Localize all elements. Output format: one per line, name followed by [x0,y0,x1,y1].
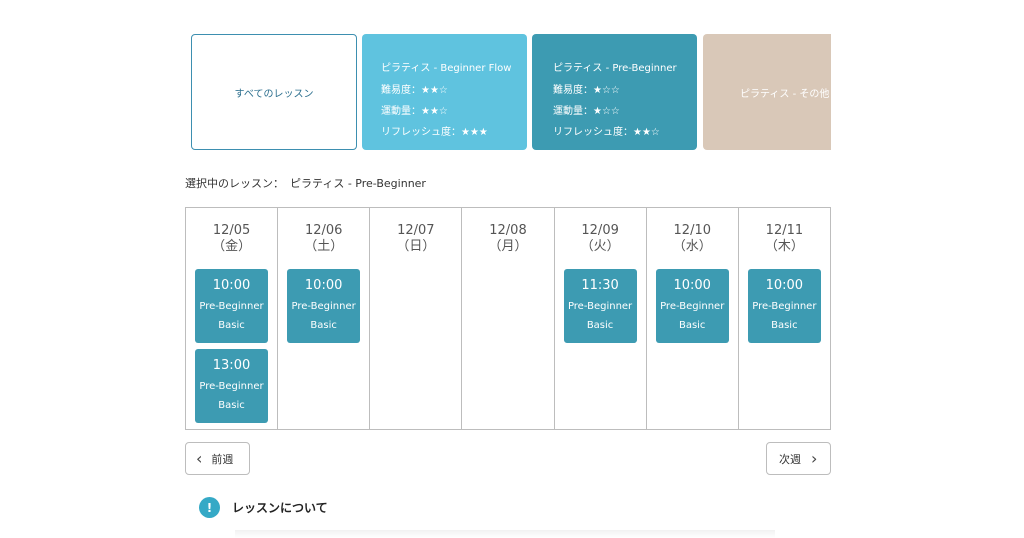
lesson-slot[interactable]: 10:00 Pre-Beginner Basic [655,269,729,343]
chevron-right-icon: › [811,449,818,468]
day-column: 12/06 （土） 10:00 Pre-Beginner Basic [278,208,371,429]
chevron-left-icon: ‹ [196,449,203,468]
slot-name-line1: Pre-Beginner [660,301,725,312]
day-header: 12/09 （火） [555,223,646,255]
next-week-button[interactable]: 次週 › [766,442,831,475]
slot-name: Pre-Beginner Basic [656,297,729,335]
day-column: 12/05 （金） 10:00 Pre-Beginner Basic 13:00 P… [186,208,279,429]
day-header: 12/07 （日） [370,223,461,255]
slot-name: Pre-Beginner Basic [564,297,637,335]
exercise-rating: 運動量：★★☆ [381,106,448,117]
cut-off-text-fade [235,530,775,538]
day-weekday: （月） [488,239,528,254]
slot-time: 11:30 [581,278,619,293]
slot-name-line1: Pre-Beginner [752,301,817,312]
selected-lesson: 選択中のレッスン： ピラティス - Pre-Beginner [185,175,432,191]
lesson-slot[interactable]: 11:30 Pre-Beginner Basic [563,269,637,343]
lesson-card-title: ピラティス - Beginner Flow [381,63,512,74]
day-weekday: （火） [580,239,620,254]
day-header: 12/11 （木） [739,223,830,255]
slot-time: 10:00 [673,278,711,293]
refresh-rating: リフレッシュ度：★★★ [381,127,488,138]
slot-time: 10:00 [765,278,804,293]
lesson-card-other[interactable]: ピラティス - その他 [703,34,831,150]
day-weekday: （土） [304,239,344,254]
slot-name: Pre-Beginner Basic [195,297,268,335]
day-header: 12/10 （水） [647,223,738,255]
slot-name-line2: Basic [678,320,706,331]
day-date: 12/05 [212,223,251,238]
slot-time: 10:00 [304,278,343,293]
day-header: 12/05 （金） [186,223,277,255]
prev-week-label: 前週 [211,452,234,466]
day-date: 12/10 [673,223,711,238]
day-weekday: （木） [764,239,804,254]
lesson-about-title: レッスンについて [232,501,328,515]
day-column: 12/08 （月） [462,208,555,429]
slot-time: 13:00 [212,358,251,373]
lesson-slot[interactable]: 13:00 Pre-Beginner Basic [195,349,268,423]
slot-name-line2: Basic [771,320,798,331]
exercise-rating: 運動量：★☆☆ [553,106,620,117]
difficulty-rating: 難易度：★★☆ [381,85,448,96]
lesson-slot[interactable]: 10:00 Pre-Beginner Basic [747,269,821,343]
slot-name: Pre-Beginner Basic [195,377,268,415]
prev-week-button[interactable]: ‹ 前週 [185,442,250,475]
lesson-card-title: ピラティス - Pre-Beginner [553,63,677,74]
day-date: 12/07 [397,223,435,238]
selected-lesson-value: ピラティス - Pre-Beginner [290,177,426,190]
day-header: 12/06 （土） [278,223,369,255]
slot-name-line1: Pre-Beginner [567,301,633,312]
lesson-card-all-label: すべてのレッスン [234,88,314,100]
day-date: 12/08 [489,223,527,238]
difficulty-rating: 難易度：★☆☆ [553,85,620,96]
slot-name-line2: Basic [218,320,245,331]
slot-name-line2: Basic [310,320,337,331]
day-column: 12/09 （火） 11:30 Pre-Beginner Basic [555,208,647,429]
day-header: 12/08 （月） [462,223,553,255]
day-weekday: （水） [672,239,712,254]
slot-name: Pre-Beginner Basic [748,297,821,335]
day-date: 12/11 [765,223,804,238]
lesson-slot[interactable]: 10:00 Pre-Beginner Basic [287,269,361,343]
refresh-rating: リフレッシュ度：★★☆ [553,127,660,138]
day-date: 12/06 [304,223,343,238]
lesson-type-cards: すべてのレッスン ピラティス - Beginner Flow 難易度：★★☆ 運… [191,34,831,150]
day-column: 12/11 （木） 10:00 Pre-Beginner Basic [739,208,830,429]
slot-name-line1: Pre-Beginner [199,381,264,392]
weekly-schedule: 12/05 （金） 10:00 Pre-Beginner Basic 13:00 P… [185,207,831,430]
lesson-card-title: ピラティス - その他 [740,88,830,100]
slot-time: 10:00 [212,278,251,293]
day-column: 12/07 （日） [370,208,463,429]
lesson-slot[interactable]: 10:00 Pre-Beginner Basic [195,269,268,343]
day-weekday: （金） [212,239,252,254]
selected-lesson-label: 選択中のレッスン： [185,177,284,190]
lesson-card-all[interactable]: すべてのレッスン [191,34,357,150]
slot-name-line2: Basic [586,320,614,331]
next-week-label: 次週 [779,452,801,466]
day-weekday: （日） [396,239,436,254]
day-date: 12/09 [581,223,619,238]
slot-name-line1: Pre-Beginner [199,301,264,312]
day-column: 12/10 （水） 10:00 Pre-Beginner Basic [647,208,739,429]
slot-name: Pre-Beginner Basic [287,297,360,335]
slot-name-line1: Pre-Beginner [291,301,356,312]
lesson-about-heading: ! レッスンについて [199,497,328,518]
info-icon: ! [199,497,220,518]
lesson-card-beginner-flow[interactable]: ピラティス - Beginner Flow 難易度：★★☆ 運動量：★★☆ リフ… [362,34,527,150]
lesson-card-pre-beginner[interactable]: ピラティス - Pre-Beginner 難易度：★☆☆ 運動量：★☆☆ リフレ… [532,34,697,150]
slot-name-line2: Basic [218,400,245,411]
